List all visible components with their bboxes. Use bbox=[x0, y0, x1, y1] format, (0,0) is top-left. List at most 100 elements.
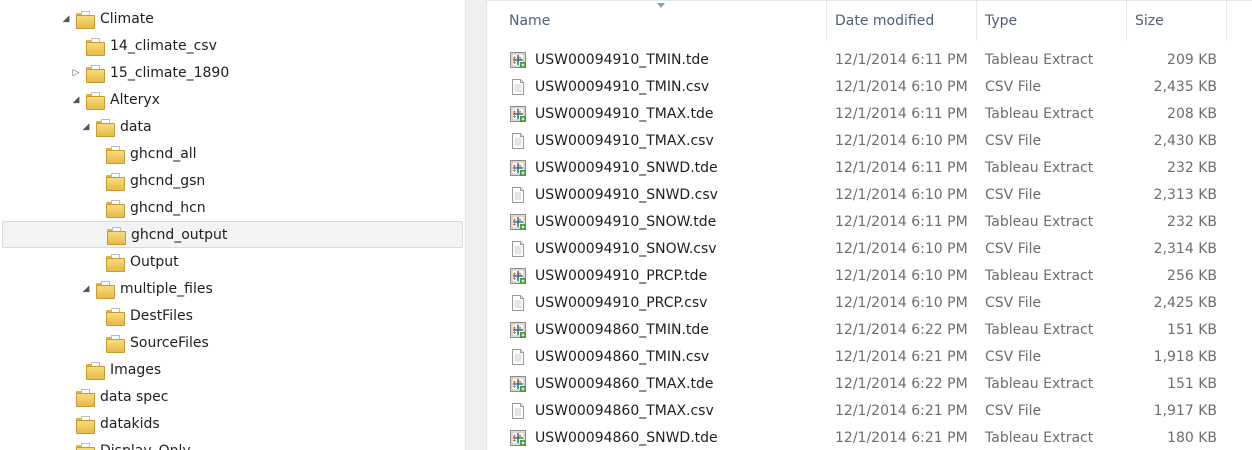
expanded-arrow-icon[interactable]: ◢ bbox=[80, 283, 92, 295]
file-row[interactable]: USW00094860_TMAX.csv 12/1/2014 6:21 PM CSV… bbox=[487, 397, 1252, 424]
column-header-date-modified[interactable]: Date modified bbox=[827, 1, 977, 41]
file-row[interactable]: USW00094910_SNOW.csv 12/1/2014 6:10 PM CSV… bbox=[487, 235, 1252, 262]
column-header-size[interactable]: Size bbox=[1127, 1, 1227, 41]
tree-item-alteryx[interactable]: ◢ Alteryx bbox=[0, 86, 465, 113]
folder-icon bbox=[106, 145, 125, 164]
tree-item-ghcnd-output[interactable]: ghcnd_output bbox=[2, 221, 463, 248]
tree-item-destfiles[interactable]: DestFiles bbox=[0, 302, 465, 329]
tree-item-label: Climate bbox=[100, 10, 154, 27]
file-name-cell: USW00094910_PRCP.csv bbox=[487, 294, 827, 312]
tree-item-multiple-files[interactable]: ◢ multiple_files bbox=[0, 275, 465, 302]
tree-item-label: ghcnd_output bbox=[131, 226, 228, 243]
file-name-cell: USW00094910_SNWD.csv bbox=[487, 186, 827, 204]
tableau-extract-icon bbox=[509, 321, 527, 339]
file-name-cell: USW00094860_TMIN.csv bbox=[487, 348, 827, 366]
tree-item-images[interactable]: Images bbox=[0, 356, 465, 383]
tree-item-display-only[interactable]: Display_Only bbox=[0, 437, 465, 450]
file-name-cell: USW00094860_TMIN.tde bbox=[487, 321, 827, 339]
file-row[interactable]: USW00094910_TMIN.tde 12/1/2014 6:11 PM Tab… bbox=[487, 46, 1252, 73]
file-size: 151 KB bbox=[1167, 321, 1217, 338]
file-row[interactable]: USW00094910_TMAX.tde 12/1/2014 6:11 PM Tab… bbox=[487, 100, 1252, 127]
tree-item-label: datakids bbox=[100, 415, 160, 432]
file-size: 1,917 KB bbox=[1153, 402, 1217, 419]
file-date-modified: 12/1/2014 6:21 PM bbox=[835, 348, 968, 365]
folder-paper bbox=[81, 388, 90, 401]
tree-item-label: data spec bbox=[100, 388, 169, 405]
file-date-modified: 12/1/2014 6:10 PM bbox=[835, 186, 968, 203]
csv-file-icon bbox=[509, 348, 527, 366]
file-date-modified: 12/1/2014 6:22 PM bbox=[835, 321, 968, 338]
tree-item-label: SourceFiles bbox=[130, 334, 209, 351]
expanded-arrow-icon[interactable]: ◢ bbox=[80, 121, 92, 133]
tree-item-ghcnd-all[interactable]: ghcnd_all bbox=[0, 140, 465, 167]
file-name-cell: USW00094910_SNOW.tde bbox=[487, 213, 827, 231]
file-type: CSV File bbox=[985, 78, 1042, 95]
tree-item-data[interactable]: ◢ data bbox=[0, 113, 465, 140]
file-type: CSV File bbox=[985, 294, 1042, 311]
tree-item-ghcnd-hcn[interactable]: ghcnd_hcn bbox=[0, 194, 465, 221]
file-row[interactable]: USW00094910_SNOW.tde 12/1/2014 6:11 PM Tab… bbox=[487, 208, 1252, 235]
file-row[interactable]: USW00094860_TMIN.tde 12/1/2014 6:22 PM Tab… bbox=[487, 316, 1252, 343]
column-header-bar: Name Date modified Type Size bbox=[487, 1, 1252, 41]
folder-paper bbox=[112, 226, 121, 239]
tree-item-15-climate-1890[interactable]: ▷ 15_climate_1890 bbox=[0, 59, 465, 86]
file-name-cell: USW00094910_TMAX.csv bbox=[487, 132, 827, 150]
file-row[interactable]: USW00094910_TMAX.csv 12/1/2014 6:10 PM CSV… bbox=[487, 127, 1252, 154]
navigation-pane[interactable]: ◢ Climate 14_climate_csv ▷ 15_climate_1890 ◢ A… bbox=[0, 0, 465, 450]
file-size: 209 KB bbox=[1167, 51, 1217, 68]
file-name: USW00094860_TMAX.csv bbox=[535, 402, 714, 419]
file-row[interactable]: USW00094910_SNWD.tde 12/1/2014 6:11 PM Tab… bbox=[487, 154, 1252, 181]
column-header-name[interactable]: Name bbox=[487, 1, 827, 41]
file-row[interactable]: USW00094910_SNWD.csv 12/1/2014 6:10 PM CSV… bbox=[487, 181, 1252, 208]
file-row[interactable]: USW00094860_SNWD.tde 12/1/2014 6:21 PM Tab… bbox=[487, 424, 1252, 450]
tree-item-label: multiple_files bbox=[120, 280, 213, 297]
file-row[interactable]: USW00094860_TMIN.csv 12/1/2014 6:21 PM CSV… bbox=[487, 343, 1252, 370]
file-date-modified: 12/1/2014 6:11 PM bbox=[835, 159, 968, 176]
file-size: 151 KB bbox=[1167, 375, 1217, 392]
file-row[interactable]: USW00094910_PRCP.tde 12/1/2014 6:10 PM Tab… bbox=[487, 262, 1252, 289]
pane-splitter[interactable] bbox=[465, 0, 487, 450]
tree-item-label: Alteryx bbox=[110, 91, 160, 108]
tableau-extract-icon bbox=[509, 159, 527, 177]
folder-icon bbox=[96, 118, 115, 137]
tree-item-14-climate-csv[interactable]: 14_climate_csv bbox=[0, 32, 465, 59]
file-size: 2,313 KB bbox=[1153, 186, 1217, 203]
column-header-type[interactable]: Type bbox=[977, 1, 1127, 41]
folder-icon bbox=[86, 91, 105, 110]
tree-item-ghcnd-gsn[interactable]: ghcnd_gsn bbox=[0, 167, 465, 194]
file-size: 232 KB bbox=[1167, 213, 1217, 230]
tree-item-label: data bbox=[120, 118, 152, 135]
file-row[interactable]: USW00094910_TMIN.csv 12/1/2014 6:10 PM CSV… bbox=[487, 73, 1252, 100]
csv-file-icon bbox=[509, 186, 527, 204]
folder-paper bbox=[91, 361, 100, 374]
file-date-modified: 12/1/2014 6:10 PM bbox=[835, 132, 968, 149]
tree-item-label: 14_climate_csv bbox=[110, 37, 217, 54]
file-type: Tableau Extract bbox=[985, 267, 1094, 284]
tree-item-climate[interactable]: ◢ Climate bbox=[0, 5, 465, 32]
tree-item-output[interactable]: Output bbox=[0, 248, 465, 275]
tree-item-data-spec[interactable]: data spec bbox=[0, 383, 465, 410]
file-type: Tableau Extract bbox=[985, 105, 1094, 122]
folder-paper bbox=[111, 145, 120, 158]
expanded-arrow-icon[interactable]: ◢ bbox=[70, 94, 82, 106]
file-list[interactable]: Name Date modified Type Size USW00094910… bbox=[487, 0, 1252, 450]
tree-item-label: Display_Only bbox=[100, 443, 191, 450]
file-row[interactable]: USW00094910_PRCP.csv 12/1/2014 6:10 PM CSV… bbox=[487, 289, 1252, 316]
file-row[interactable]: USW00094860_TMAX.tde 12/1/2014 6:22 PM Tab… bbox=[487, 370, 1252, 397]
tree-item-sourcefiles[interactable]: SourceFiles bbox=[0, 329, 465, 356]
tree-item-label: 15_climate_1890 bbox=[110, 64, 230, 81]
tableau-extract-icon bbox=[509, 267, 527, 285]
file-size: 2,435 KB bbox=[1153, 78, 1217, 95]
expanded-arrow-icon[interactable]: ◢ bbox=[60, 13, 72, 25]
folder-paper bbox=[91, 37, 100, 50]
tree-item-datakids[interactable]: datakids bbox=[0, 410, 465, 437]
folder-paper bbox=[111, 253, 120, 266]
collapsed-arrow-icon[interactable]: ▷ bbox=[70, 67, 82, 79]
csv-file-icon bbox=[509, 240, 527, 258]
